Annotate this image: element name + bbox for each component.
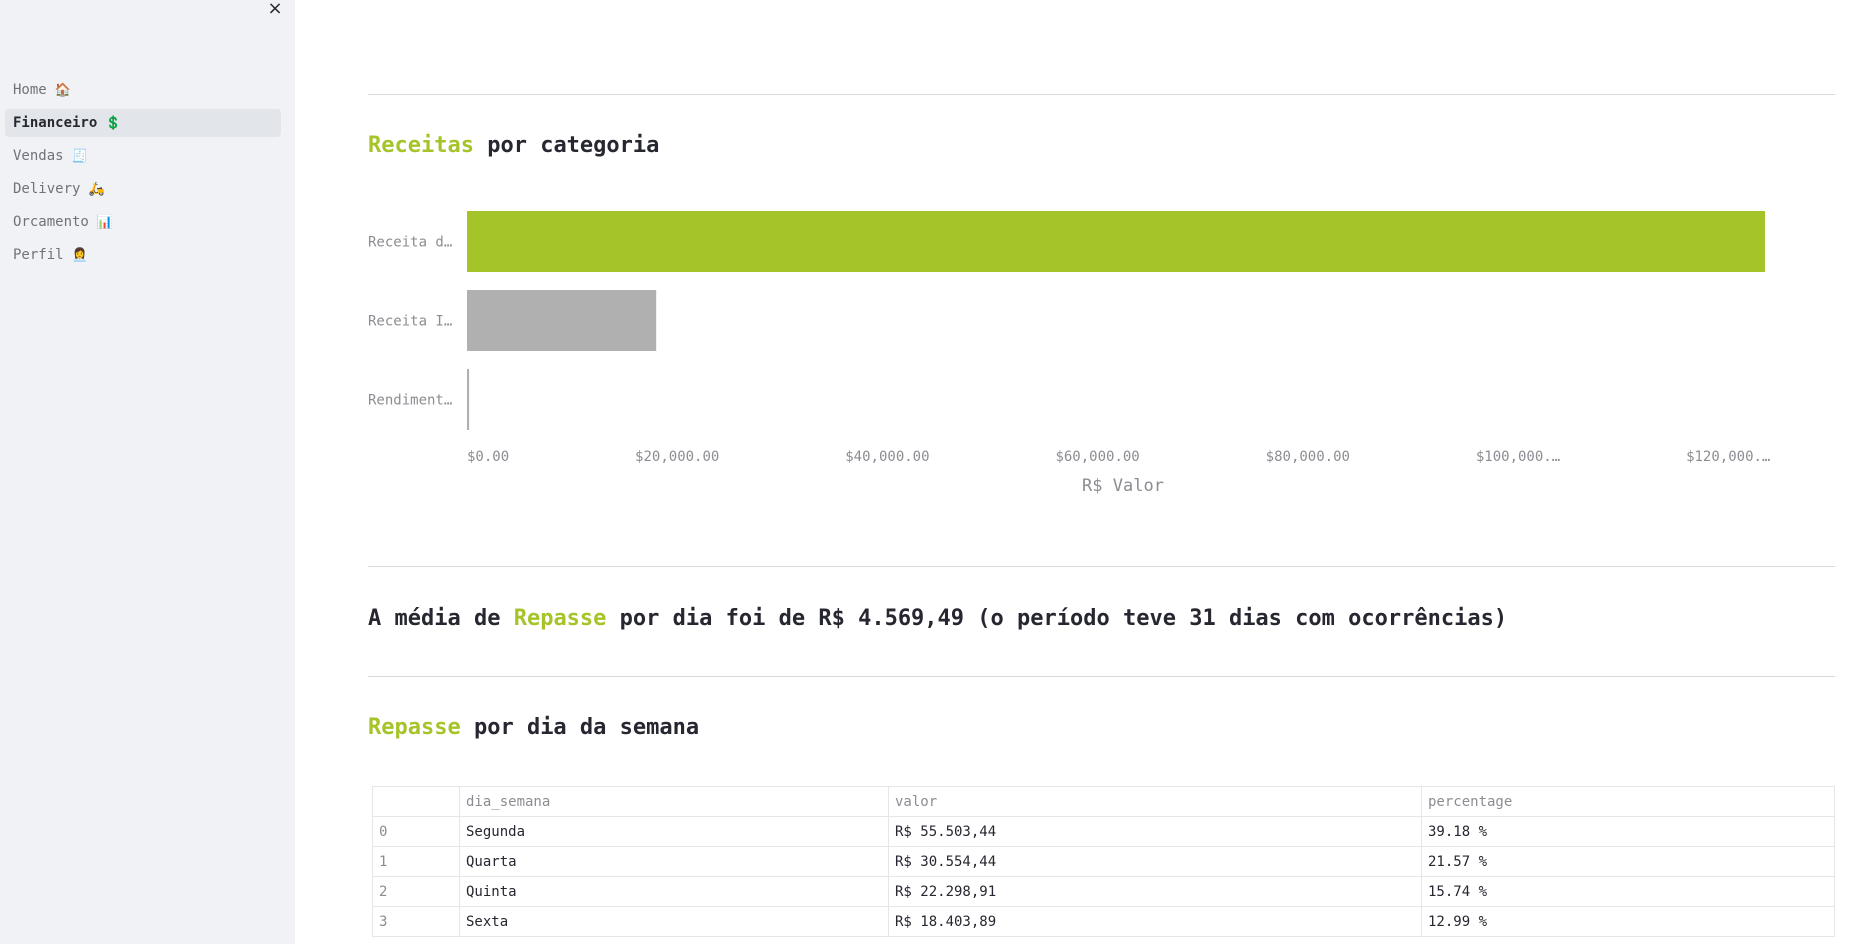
receitas-bar-chart: Receita d… Receita I… Rendiment… $0.00 $20,0… — [368, 195, 1835, 515]
tick-label: $80,000.00 — [1266, 449, 1350, 465]
divider — [368, 566, 1835, 567]
sidebar-item-delivery[interactable]: Delivery 🛵 — [5, 175, 281, 203]
table-cell: R$ 22.298,91 — [888, 876, 1422, 907]
sidebar-item-perfil[interactable]: Perfil 👩‍💼 — [5, 241, 281, 269]
table-cell: 12.99 % — [1421, 906, 1835, 937]
table-header-row: dia_semana valor percentage — [372, 786, 1835, 817]
title-accent: Repasse — [368, 715, 461, 740]
column-header[interactable]: dia_semana — [459, 786, 889, 817]
avg-suffix: por dia foi de R$ 4.569,49 (o período te… — [606, 606, 1508, 631]
category-label: Rendiment… — [368, 393, 452, 409]
x-axis-label: R$ Valor — [1082, 476, 1164, 496]
table-cell: 39.18 % — [1421, 816, 1835, 847]
tick-label: $0.00 — [467, 449, 509, 465]
table-cell: R$ 18.403,89 — [888, 906, 1422, 937]
scooter-icon: 🛵 — [88, 181, 105, 197]
repasse-table[interactable]: dia_semana valor percentage 0 Segunda R$… — [372, 786, 1835, 937]
category-label: Receita d… — [368, 235, 452, 251]
table-cell: 15.74 % — [1421, 876, 1835, 907]
sidebar-item-financeiro[interactable]: Financeiro 💲 — [5, 109, 281, 137]
bar[interactable] — [467, 290, 657, 351]
title-accent: Receitas — [368, 133, 474, 158]
table-cell: R$ 30.554,44 — [888, 846, 1422, 877]
table-cell: Sexta — [459, 906, 889, 937]
table-cell: Segunda — [459, 816, 889, 847]
avg-prefix: A média de — [368, 606, 514, 631]
table-row: 1 Quarta R$ 30.554,44 21.57 % — [372, 846, 1835, 877]
table-row: 0 Segunda R$ 55.503,44 39.18 % — [372, 816, 1835, 847]
sidebar-item-home[interactable]: Home 🏠 — [5, 76, 281, 104]
tick-label: $120,000.… — [1686, 449, 1770, 465]
tick-label: $100,000.… — [1476, 449, 1560, 465]
sidebar-item-vendas[interactable]: Vendas 🧾 — [5, 142, 281, 170]
section-title-receitas: Receitas por categoria — [368, 133, 659, 158]
category-label: Receita I… — [368, 314, 452, 330]
sidebar-item-label: Home — [13, 82, 47, 98]
receipt-icon: 🧾 — [71, 148, 88, 164]
tick-label: $40,000.00 — [845, 449, 929, 465]
title-rest: por dia da semana — [460, 715, 700, 740]
divider — [368, 94, 1835, 95]
column-header[interactable] — [372, 786, 460, 817]
divider — [368, 676, 1835, 677]
table-row: 3 Sexta R$ 18.403,89 12.99 % — [372, 906, 1835, 937]
row-index: 2 — [372, 876, 460, 907]
tick-label: $20,000.00 — [635, 449, 719, 465]
table-cell: R$ 55.503,44 — [888, 816, 1422, 847]
table-cell: 21.57 % — [1421, 846, 1835, 877]
sidebar-item-label: Vendas — [13, 148, 64, 164]
section-title-repasse: Repasse por dia da semana — [368, 715, 699, 740]
close-sidebar-icon[interactable]: × — [265, 0, 285, 19]
sidebar-item-label: Perfil — [13, 247, 64, 263]
title-rest: por categoria — [473, 133, 660, 158]
sidebar-item-label: Financeiro — [13, 115, 98, 131]
average-repasse-text: A média de Repasse por dia foi de R$ 4.5… — [368, 606, 1507, 631]
table-cell: Quarta — [459, 846, 889, 877]
sidebar-item-label: Delivery — [13, 181, 81, 197]
sidebar: × Home 🏠 Financeiro 💲 Vendas 🧾 Delivery … — [0, 0, 295, 944]
main-content: Receitas por categoria Receita d… Receita… — [368, 0, 1835, 944]
bar[interactable] — [467, 369, 470, 430]
table-cell: Quinta — [459, 876, 889, 907]
sidebar-item-label: Orcamento — [13, 214, 89, 230]
dollar-icon: 💲 — [105, 115, 122, 131]
tick-label: $60,000.00 — [1055, 449, 1139, 465]
row-index: 1 — [372, 846, 460, 877]
table-row: 2 Quinta R$ 22.298,91 15.74 % — [372, 876, 1835, 907]
sidebar-nav: Home 🏠 Financeiro 💲 Vendas 🧾 Delivery 🛵 … — [5, 76, 281, 274]
bar-chart-icon: 📊 — [96, 214, 114, 230]
column-header[interactable]: valor — [888, 786, 1422, 817]
row-index: 0 — [372, 816, 460, 847]
house-icon: 🏠 — [54, 82, 71, 98]
bar[interactable] — [467, 211, 1765, 272]
chart-svg: Receita d… Receita I… Rendiment… $0.00 $20,0… — [368, 211, 1770, 496]
row-index: 3 — [372, 906, 460, 937]
sidebar-item-orcamento[interactable]: Orcamento 📊 — [5, 208, 281, 236]
column-header[interactable]: percentage — [1421, 786, 1835, 817]
avg-accent: Repasse — [513, 606, 607, 631]
person-icon: 👩‍💼 — [71, 247, 88, 263]
